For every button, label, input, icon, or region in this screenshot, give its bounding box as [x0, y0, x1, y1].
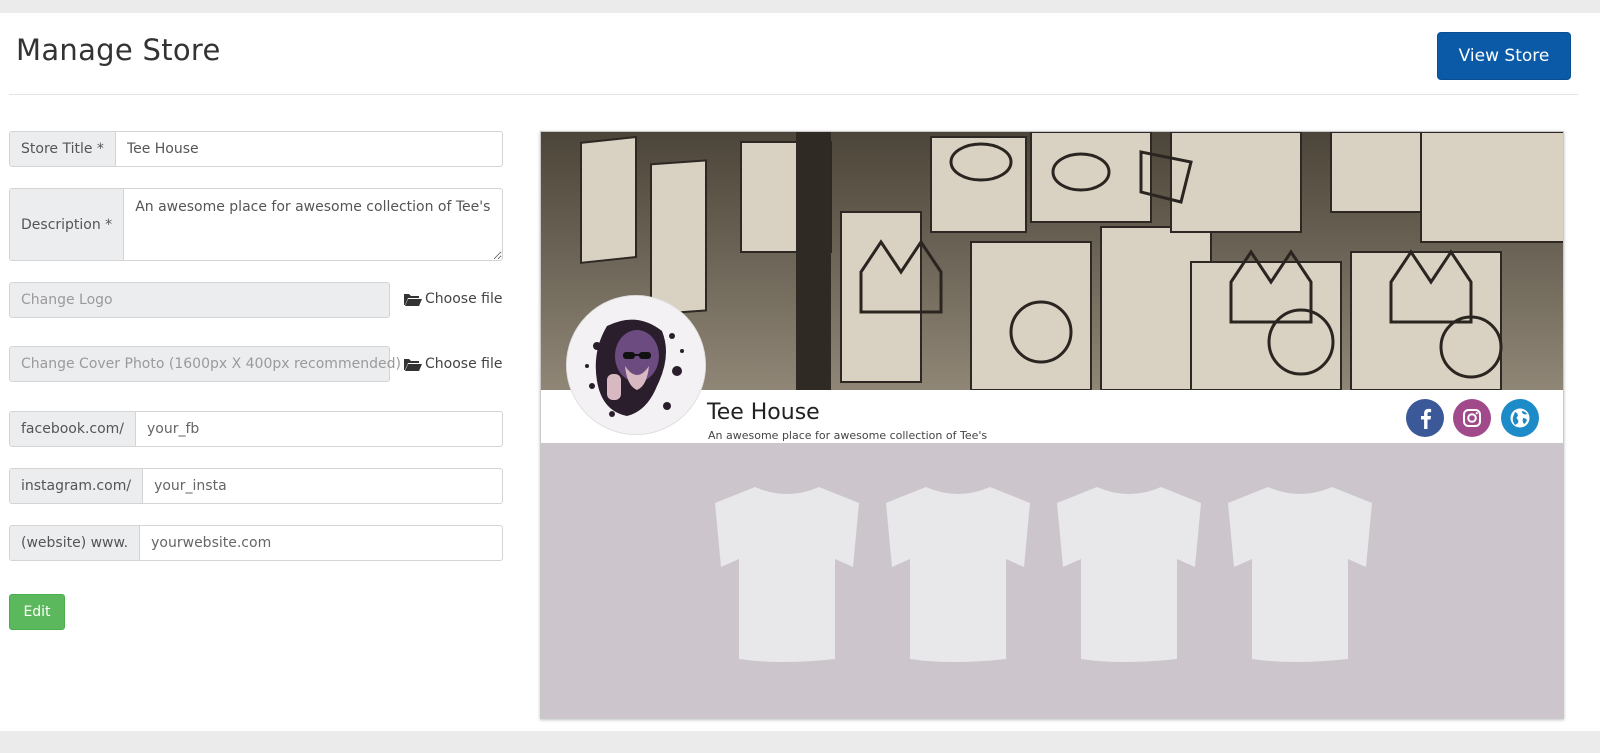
instagram-group: instagram.com/ [9, 468, 503, 504]
preview-store-description: An awesome place for awesome collection … [708, 429, 988, 442]
choose-file-label: Choose file [425, 356, 503, 372]
tshirt-icon [715, 487, 859, 662]
website-prefix: (website) www. [10, 526, 141, 560]
tshirt-icon [886, 487, 1030, 662]
choose-cover-file-button[interactable]: Choose file [403, 356, 502, 372]
folder-open-icon [404, 359, 422, 371]
facebook-prefix: facebook.com/ [10, 412, 137, 446]
description-group: Description * An awesome place for aweso… [9, 188, 503, 261]
instagram-link[interactable] [1453, 399, 1491, 437]
instagram-icon [1463, 409, 1481, 427]
header-divider [9, 94, 1578, 95]
choose-file-label: Choose file [425, 291, 503, 307]
view-store-button[interactable]: View Store [1437, 32, 1571, 80]
choose-logo-file-button[interactable]: Choose file [403, 291, 502, 307]
description-textarea[interactable]: An awesome place for awesome collection … [124, 189, 502, 260]
tshirt-icon [1057, 487, 1201, 662]
store-title-group: Store Title * [9, 131, 503, 167]
facebook-icon [1421, 408, 1432, 429]
folder-open-icon [404, 294, 422, 306]
store-title-input[interactable] [115, 132, 502, 166]
store-logo [566, 295, 706, 435]
manage-store-panel: Manage Store View Store Store Title * De… [0, 13, 1600, 731]
change-cover-field[interactable]: Change Cover Photo (1600px X 400px recom… [9, 346, 401, 382]
preview-store-name: Tee House [707, 400, 820, 425]
edit-button[interactable]: Edit [9, 594, 65, 630]
store-preview: Tee House An awesome place for awesome c… [540, 131, 1564, 719]
instagram-input[interactable] [143, 469, 502, 503]
instagram-prefix: instagram.com/ [10, 469, 144, 503]
website-input[interactable] [140, 526, 502, 560]
store-title-label: Store Title * [10, 132, 116, 166]
website-link[interactable] [1501, 399, 1539, 437]
description-label: Description * [10, 189, 125, 260]
logo-artwork [567, 296, 705, 434]
tshirt-icon [1228, 487, 1372, 662]
facebook-input[interactable] [136, 412, 502, 446]
page-title: Manage Store [16, 33, 221, 67]
facebook-group: facebook.com/ [9, 411, 503, 447]
website-group: (website) www. [9, 525, 503, 561]
globe-icon [1510, 408, 1530, 428]
facebook-link[interactable] [1406, 399, 1444, 437]
change-logo-field[interactable]: Change Logo [9, 282, 390, 318]
